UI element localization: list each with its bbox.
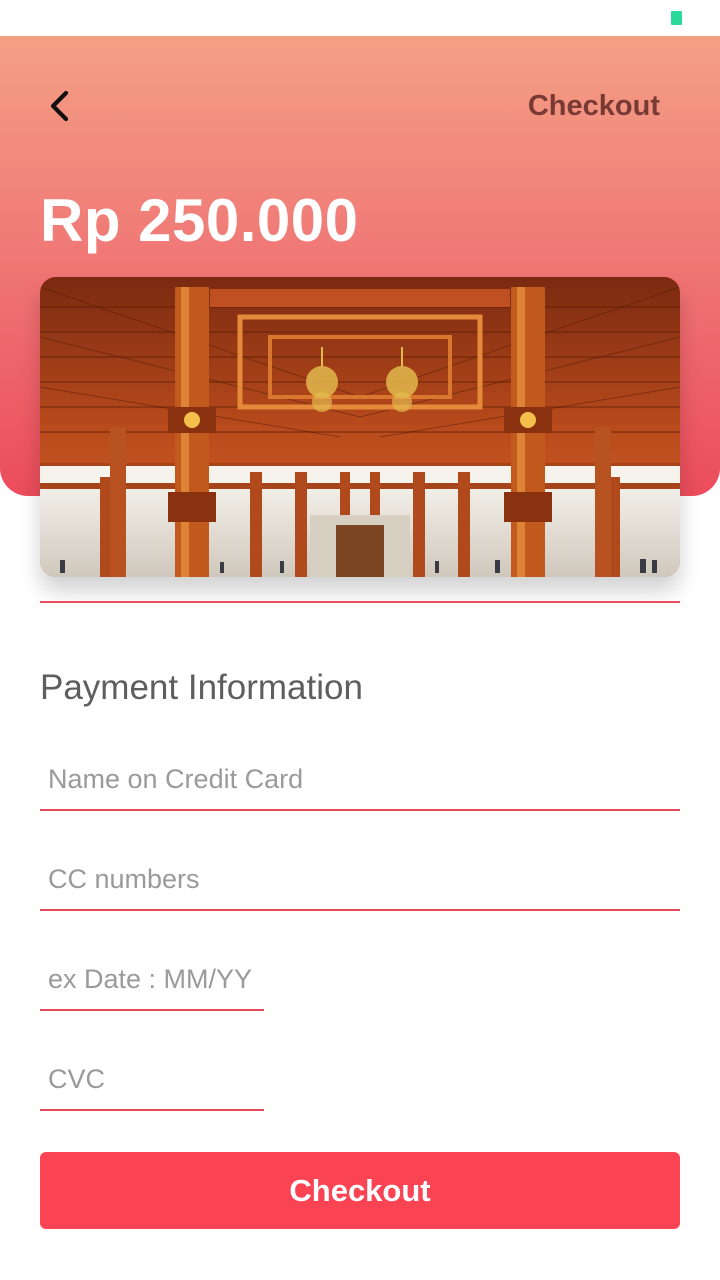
card-number-field[interactable]	[40, 849, 680, 911]
back-button[interactable]	[40, 84, 84, 128]
page-title: Checkout	[527, 90, 660, 122]
name-on-card-field[interactable]	[40, 749, 680, 811]
status-bar	[0, 0, 720, 36]
price-label: Rp 250.000	[40, 187, 359, 254]
cvc-field[interactable]	[40, 1049, 264, 1111]
battery-icon	[671, 11, 682, 25]
checkout-button[interactable]: Checkout	[40, 1152, 680, 1229]
chevron-left-icon	[50, 90, 69, 122]
venue-photo	[40, 277, 680, 577]
expiry-date-field[interactable]	[40, 949, 264, 1011]
divider	[40, 601, 680, 603]
section-title: Payment Information	[40, 668, 363, 707]
